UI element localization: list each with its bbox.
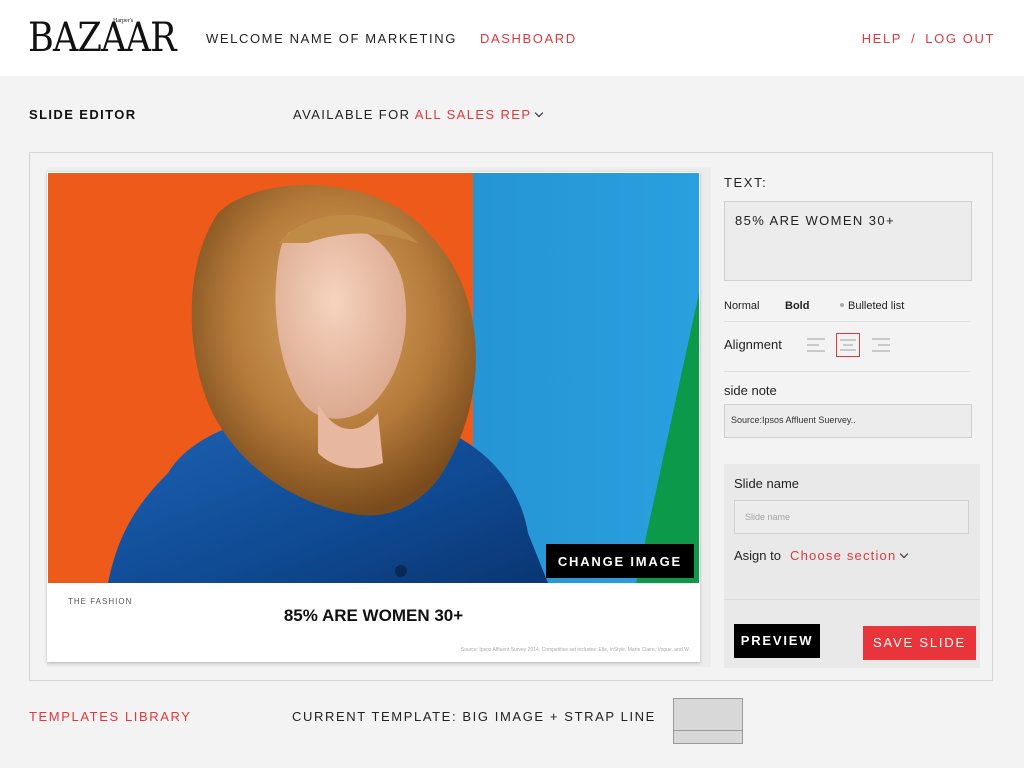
change-image-button[interactable]: CHANGE IMAGE	[545, 544, 694, 578]
section-dropdown-value[interactable]: Choose section	[790, 548, 896, 563]
bullet-icon	[840, 303, 844, 307]
format-bulleted-label: Bulleted list	[848, 300, 905, 312]
help-link[interactable]: HELP	[862, 31, 902, 46]
template-strap-line	[674, 730, 742, 731]
logo-sub-text: Harper's	[113, 18, 134, 24]
section-dropdown[interactable]: Choose section	[790, 548, 909, 563]
format-normal-option[interactable]: Normal	[724, 300, 759, 312]
text-label: TEXT:	[724, 175, 768, 190]
templates-library-link[interactable]: TEMPLATES LIBRARY	[29, 709, 192, 724]
dashboard-link[interactable]: DASHBOARD	[480, 31, 577, 46]
nav-separator: /	[911, 31, 917, 46]
divider	[724, 599, 980, 600]
template-thumbnail[interactable]	[673, 698, 743, 744]
chevron-down-icon[interactable]	[900, 549, 909, 559]
format-bulleted-option[interactable]: Bulleted list	[840, 300, 904, 312]
align-center-icon[interactable]	[836, 333, 860, 357]
slide-source-note: Source: Ipsos Affluent Survey 2014. Comp…	[460, 647, 690, 653]
divider	[724, 321, 970, 322]
slide-name-input[interactable]	[734, 500, 969, 534]
alignment-label: Alignment	[724, 337, 782, 352]
slide-headline: 85% ARE WOMEN 30+	[283, 606, 464, 625]
divider	[724, 371, 970, 372]
slide-image[interactable]: CHANGE IMAGE	[48, 173, 699, 583]
format-bold-option[interactable]: Bold	[785, 300, 809, 312]
side-note-label: side note	[724, 383, 777, 398]
top-bar: BAZAAR Harper's WELCOME NAME OF MARKETIN…	[0, 0, 1024, 76]
align-left-icon[interactable]	[804, 333, 828, 357]
fashion-photo	[48, 173, 699, 583]
slide-preview: CHANGE IMAGE THE FASHION 85% ARE WOMEN 3…	[47, 172, 700, 662]
slide-name-label: Slide name	[734, 476, 800, 491]
chevron-down-icon[interactable]	[535, 108, 544, 118]
sales-rep-value[interactable]: ALL SALES REP	[415, 107, 532, 122]
available-label: AVAILABLE FOR	[293, 107, 411, 122]
side-note-field[interactable]: Source:Ipsos Affluent Suervey..	[724, 404, 972, 438]
page-title: SLIDE EDITOR	[29, 107, 137, 122]
slide-section-label: THE FASHION	[68, 597, 133, 606]
availability-row: AVAILABLE FOR ALL SALES REP	[293, 107, 544, 122]
slide-name-panel: Slide name Asign to Choose section PREVI…	[724, 464, 980, 668]
welcome-text: WELCOME NAME OF MARKETING	[206, 31, 457, 46]
logout-link[interactable]: LOG OUT	[925, 31, 995, 46]
account-nav: HELP / LOG OUT	[862, 31, 995, 46]
bazaar-logo[interactable]: BAZAAR	[28, 16, 177, 60]
sales-rep-dropdown[interactable]: ALL SALES REP	[415, 107, 544, 122]
align-right-icon[interactable]	[869, 333, 893, 357]
save-slide-button[interactable]: SAVE SLIDE	[863, 626, 976, 660]
preview-button[interactable]: PREVIEW	[734, 624, 820, 658]
assign-label: Asign to	[734, 548, 781, 563]
slide-text-field[interactable]: 85% ARE WOMEN 30+	[724, 201, 972, 281]
editor-frame: presentation slide 3	[29, 152, 993, 681]
current-template-label: CURRENT TEMPLATE: BIG IMAGE + STRAP LINE	[292, 709, 656, 724]
